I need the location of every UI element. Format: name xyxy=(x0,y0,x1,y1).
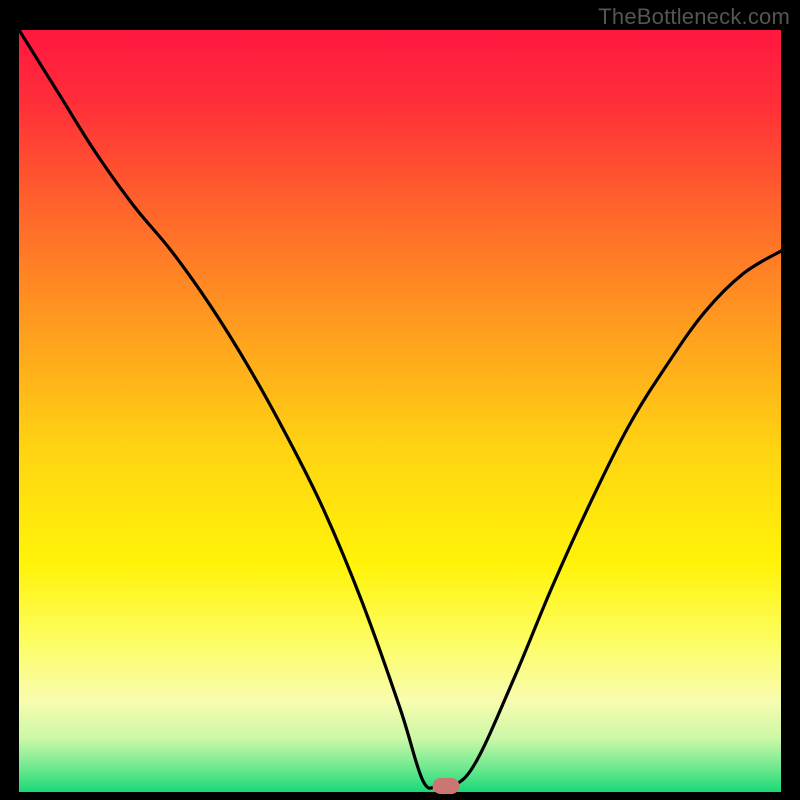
optimal-point-marker xyxy=(432,778,459,794)
chart-frame xyxy=(19,30,781,792)
bottleneck-curve xyxy=(19,30,781,788)
curve-plot xyxy=(19,30,781,792)
watermark-text: TheBottleneck.com xyxy=(598,4,790,30)
